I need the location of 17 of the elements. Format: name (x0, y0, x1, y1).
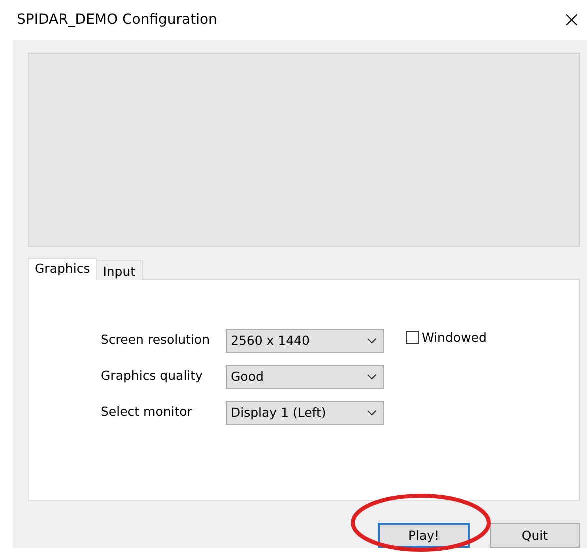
window-title: SPIDAR_DEMO Configuration (17, 12, 218, 28)
dropdown[interactable]: Good (226, 364, 384, 389)
tab[interactable]: Graphics (28, 258, 98, 280)
dialog-button[interactable]: Quit (490, 523, 580, 548)
dropdown[interactable]: 2560 x 1440 (226, 328, 384, 353)
dropdown[interactable]: Display 1 (Left) (226, 400, 384, 425)
windowed-checkbox[interactable] (406, 331, 419, 344)
setting-label: Select monitor (101, 402, 194, 421)
setting-label: Graphics quality (101, 366, 204, 385)
close-button[interactable]: × (562, 8, 583, 32)
checkbox-label: Windowed (422, 330, 487, 346)
chevron-icon (367, 374, 377, 380)
chevron-icon (367, 338, 377, 344)
chevron-icon (367, 410, 377, 416)
tab[interactable]: Input (96, 260, 143, 280)
setting-label: Screen resolution (101, 330, 212, 349)
dialog-button[interactable]: Play! (378, 523, 470, 548)
